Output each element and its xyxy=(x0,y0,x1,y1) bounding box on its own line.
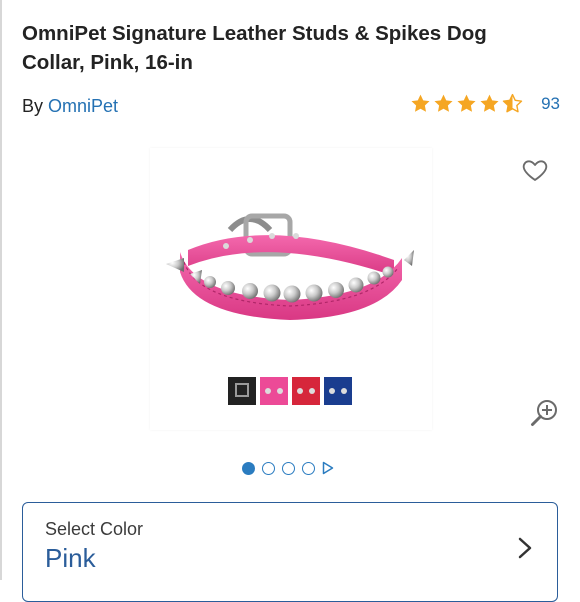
pager-dot[interactable] xyxy=(302,461,315,475)
brand-link[interactable]: OmniPet xyxy=(48,96,118,116)
play-triangle-icon[interactable] xyxy=(322,461,334,475)
pager-dot[interactable] xyxy=(282,461,295,475)
product-title: OmniPet Signature Leather Studs & Spikes… xyxy=(22,22,487,74)
review-count-link[interactable]: 93 xyxy=(541,94,560,114)
color-select[interactable]: Select Color Pink xyxy=(22,502,558,602)
rating[interactable]: 93 xyxy=(410,93,560,114)
color-select-value: Pink xyxy=(45,543,96,573)
image-pager xyxy=(242,461,334,475)
brand-row: By OmniPet xyxy=(22,96,118,117)
collar-illustration xyxy=(166,213,414,405)
pager-dot[interactable] xyxy=(262,461,275,475)
chevron-right-icon xyxy=(518,537,532,559)
color-select-label: Select Color xyxy=(45,519,144,539)
star-rating xyxy=(410,93,525,114)
star-half-icon xyxy=(502,93,523,113)
zoom-button[interactable] xyxy=(529,397,561,429)
zoom-in-icon xyxy=(531,400,557,426)
star-icon xyxy=(434,94,453,112)
product-image[interactable] xyxy=(150,148,432,430)
favorite-button[interactable] xyxy=(521,156,549,184)
heart-outline-icon xyxy=(522,160,548,181)
pager-dot-active[interactable] xyxy=(242,461,255,475)
by-label: By xyxy=(22,96,44,116)
star-icon xyxy=(411,94,430,112)
star-icon xyxy=(480,94,499,112)
star-icon xyxy=(457,94,476,112)
left-border xyxy=(0,0,2,580)
